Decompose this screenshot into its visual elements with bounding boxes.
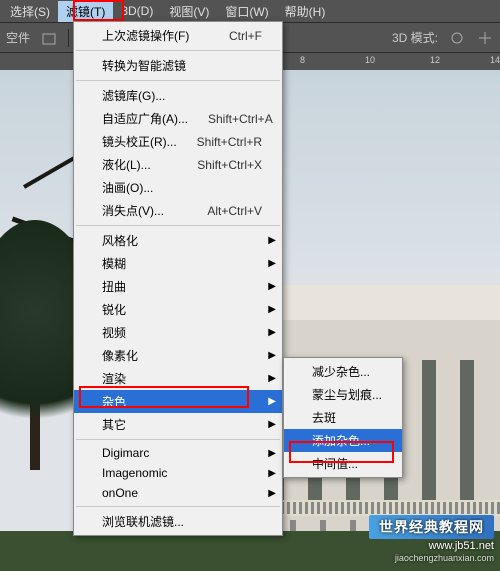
menu-item-vanishing-point[interactable]: 消失点(V)... Alt+Ctrl+V [74,199,282,222]
menu-item-distort[interactable]: 扭曲▶ [74,275,282,298]
submenu-item-dust-scratches[interactable]: 蒙尘与划痕... [284,383,402,406]
menu-item-browse-online[interactable]: 浏览联机滤镜... [74,510,282,533]
watermark-url: www.jb51.net [369,539,494,553]
menu-item-lens-correction[interactable]: 镜头校正(R)... Shift+Ctrl+R [74,130,282,153]
menu-select[interactable]: 选择(S) [2,1,58,22]
item-shortcut: Ctrl+F [209,29,262,43]
menu-item-oil-paint[interactable]: 油画(O)... [74,176,282,199]
menu-item-onone[interactable]: onOne▶ [74,483,282,503]
submenu-item-reduce-noise[interactable]: 减少杂色... [284,360,402,383]
menu-item-noise[interactable]: 杂色▶ [74,390,282,413]
separator [68,29,69,47]
main-menubar: 选择(S) 滤镜(T) 3D(D) 视图(V) 窗口(W) 帮助(H) [0,0,500,22]
chevron-right-icon: ▶ [268,235,276,246]
orbit-icon[interactable] [448,29,466,47]
menu-help[interactable]: 帮助(H) [277,1,334,22]
menu-item-render[interactable]: 渲染▶ [74,367,282,390]
tree-branch [23,155,77,188]
menu-item-convert-smart[interactable]: 转换为智能滤镜 [74,54,282,77]
menu-item-digimarc[interactable]: Digimarc▶ [74,443,282,463]
menu-separator [76,225,280,226]
menu-window[interactable]: 窗口(W) [217,1,276,22]
chevron-right-icon: ▶ [268,396,276,407]
menu-3d[interactable]: 3D(D) [113,2,161,20]
chevron-right-icon: ▶ [268,373,276,384]
submenu-item-median[interactable]: 中间值... [284,452,402,475]
chevron-right-icon: ▶ [268,419,276,430]
chevron-right-icon: ▶ [268,448,276,459]
menu-item-blur[interactable]: 模糊▶ [74,252,282,275]
menu-item-last-filter[interactable]: 上次滤镜操作(F) Ctrl+F [74,24,282,47]
watermark-sub: jiaochengzhuanxian.com [369,553,494,565]
menu-item-imagenomic[interactable]: Imagenomic▶ [74,463,282,483]
menu-item-gallery[interactable]: 滤镜库(G)... [74,84,282,107]
menu-view[interactable]: 视图(V) [161,1,217,22]
menu-item-sharpen[interactable]: 锐化▶ [74,298,282,321]
menu-separator [76,506,280,507]
chevron-right-icon: ▶ [268,281,276,292]
menu-item-other[interactable]: 其它▶ [74,413,282,436]
menu-item-adaptive-wide[interactable]: 自适应广角(A)... Shift+Ctrl+A [74,107,282,130]
chevron-right-icon: ▶ [268,327,276,338]
menu-separator [76,80,280,81]
building-balustrade [260,500,500,516]
item-label: 上次滤镜操作(F) [102,27,189,44]
chevron-right-icon: ▶ [268,468,276,479]
menu-item-liquify[interactable]: 液化(L)... Shift+Ctrl+X [74,153,282,176]
pan-icon[interactable] [476,29,494,47]
chevron-right-icon: ▶ [268,304,276,315]
chevron-right-icon: ▶ [268,350,276,361]
box-icon[interactable] [40,29,58,47]
mode-label: 3D 模式: [392,29,438,46]
chevron-right-icon: ▶ [268,488,276,499]
watermark-brand: 世界经典教程网 [369,515,494,539]
menu-item-video[interactable]: 视频▶ [74,321,282,344]
submenu-item-add-noise[interactable]: 添加杂色... [284,429,402,452]
chevron-right-icon: ▶ [268,258,276,269]
menu-item-stylize[interactable]: 风格化▶ [74,229,282,252]
menu-item-pixelate[interactable]: 像素化▶ [74,344,282,367]
submenu-item-despeckle[interactable]: 去斑 [284,406,402,429]
menu-filter[interactable]: 滤镜(T) [58,1,113,22]
watermark: 世界经典教程网 www.jb51.net jiaochengzhuanxian.… [369,515,494,565]
filter-dropdown-menu: 上次滤镜操作(F) Ctrl+F 转换为智能滤镜 滤镜库(G)... 自适应广角… [73,21,283,536]
toolbar-left-label: 空件 [6,29,30,46]
menu-separator [76,50,280,51]
menu-separator [76,439,280,440]
noise-submenu: 减少杂色... 蒙尘与划痕... 去斑 添加杂色... 中间值... [283,357,403,478]
